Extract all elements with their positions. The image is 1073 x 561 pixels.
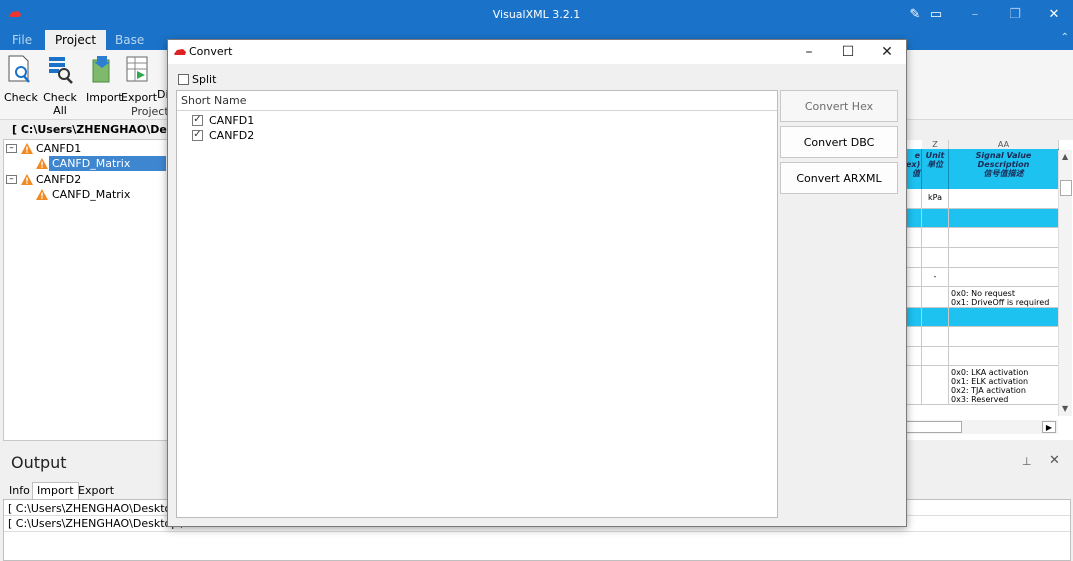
spreadsheet: Z AA e ex) 值 Unit 单位 Signal Value Descri… <box>906 140 1073 440</box>
scroll-up-icon[interactable]: ▲ <box>1062 152 1068 161</box>
check-all-icon <box>49 57 73 84</box>
cell-dash[interactable]: - <box>922 268 949 287</box>
short-name-list: Short Name ✓ CANFD1 ✓ CANFD2 <box>176 90 778 518</box>
sheet-horizontal-scrollbar[interactable]: ▶ <box>906 420 1058 434</box>
import-button[interactable]: Import <box>86 54 123 104</box>
warning-icon <box>21 174 33 185</box>
warning-icon <box>36 189 48 200</box>
scroll-down-icon[interactable]: ▼ <box>1062 404 1068 413</box>
header-cell-left: e ex) 值 <box>906 149 922 189</box>
collapse-ribbon-icon[interactable]: ⌃ <box>1061 32 1069 43</box>
scroll-thumb[interactable] <box>906 421 962 433</box>
tree-path: [ C:\Users\ZHENGHAO\Deskto <box>0 121 168 138</box>
monitor-icon[interactable]: ▭ <box>926 5 946 25</box>
check-button[interactable]: Check <box>4 54 38 104</box>
minimize-icon[interactable]: – <box>965 5 985 25</box>
collapse-icon[interactable]: – <box>6 175 17 184</box>
tree-node-label: CANFD_Matrix <box>52 188 131 201</box>
convert-hex-button[interactable]: Convert Hex <box>780 90 898 122</box>
cell-description[interactable]: 0x0: No request 0x1: DriveOff is require… <box>949 287 1059 308</box>
warning-icon <box>21 143 33 154</box>
tree-node-label: CANFD_Matrix <box>49 156 166 171</box>
warning-icon <box>36 158 48 169</box>
restore-icon[interactable]: ❐ <box>1005 5 1025 25</box>
dialog-close-icon[interactable]: ✕ <box>877 42 897 62</box>
list-item-label: CANFD2 <box>209 129 255 142</box>
list-item-label: CANFD1 <box>209 114 255 127</box>
sheet-vertical-scrollbar[interactable]: ▲ ▼ <box>1058 150 1072 416</box>
ribbon-group-label: Project <box>131 105 169 118</box>
column-header-z[interactable]: Z <box>922 140 949 149</box>
check-doc-icon <box>8 55 30 83</box>
column-header-aa[interactable]: AA <box>949 140 1059 149</box>
tree-node-canfd2[interactable]: – CANFD2 <box>6 172 166 187</box>
pin-icon[interactable]: ⊥ <box>1022 455 1032 468</box>
split-label: Split <box>192 73 217 86</box>
pen-icon[interactable]: ✎ <box>905 5 925 25</box>
collapse-icon[interactable]: – <box>6 144 17 153</box>
tree-node-canfd2-matrix[interactable]: CANFD_Matrix <box>34 187 166 202</box>
dialog-title: Convert <box>189 45 233 58</box>
output-panel-title: Output <box>11 453 67 472</box>
check-all-button-label: Check All <box>43 91 77 117</box>
menu-file[interactable]: File <box>2 30 42 50</box>
import-icon <box>92 56 110 83</box>
menu-base[interactable]: Base <box>105 30 154 50</box>
item-checkbox[interactable]: ✓ <box>192 130 203 141</box>
dialog-titlebar[interactable]: Convert – ☐ ✕ <box>168 40 906 64</box>
dialog-minimize-icon[interactable]: – <box>799 42 819 62</box>
convert-arxml-button[interactable]: Convert ARXML <box>780 162 898 194</box>
export-button-label: Export <box>121 91 158 104</box>
cell-description[interactable]: 0x0: LKA activation 0x1: ELK activation … <box>949 366 1059 405</box>
tab-import[interactable]: Import <box>32 482 79 499</box>
tab-info[interactable]: Info <box>4 482 35 499</box>
dialog-logo-icon <box>174 49 186 55</box>
convert-dbc-button[interactable]: Convert DBC <box>780 126 898 158</box>
scroll-thumb[interactable] <box>1060 180 1072 196</box>
app-titlebar: VisualXML 3.2.1 ✎ ▭ – ❐ ✕ <box>0 0 1073 30</box>
split-checkbox[interactable] <box>178 74 189 85</box>
tree-node-canfd1-matrix[interactable]: CANFD_Matrix <box>34 156 166 171</box>
convert-dialog: Convert – ☐ ✕ Split Short Name ✓ CANFD1 … <box>167 39 907 527</box>
import-button-label: Import <box>86 91 123 104</box>
scroll-right-icon[interactable]: ▶ <box>1042 421 1056 433</box>
check-button-label: Check <box>4 91 38 104</box>
dialog-maximize-icon[interactable]: ☐ <box>838 42 858 62</box>
header-cell-unit: Unit 单位 <box>922 149 949 189</box>
tree-node-label: CANFD1 <box>36 142 82 155</box>
close-icon[interactable]: ✕ <box>1044 5 1064 25</box>
tree-node-label: CANFD2 <box>36 173 82 186</box>
tab-export[interactable]: Export <box>73 482 119 499</box>
export-icon <box>126 56 148 82</box>
cell-unit[interactable]: kPa <box>922 189 949 209</box>
header-cell-signal-value-description: Signal Value Description 信号值描述 <box>949 149 1059 189</box>
item-checkbox[interactable]: ✓ <box>192 115 203 126</box>
export-button[interactable]: Export <box>121 54 157 104</box>
menu-project[interactable]: Project <box>45 30 107 50</box>
project-tree: – CANFD1 CANFD_Matrix – CANFD2 CANFD_Mat… <box>3 139 168 441</box>
close-panel-icon[interactable]: ✕ <box>1049 453 1060 468</box>
list-column-header[interactable]: Short Name <box>177 91 777 111</box>
tree-node-canfd1[interactable]: – CANFD1 <box>6 141 166 156</box>
check-all-button[interactable]: Check All <box>38 54 82 117</box>
